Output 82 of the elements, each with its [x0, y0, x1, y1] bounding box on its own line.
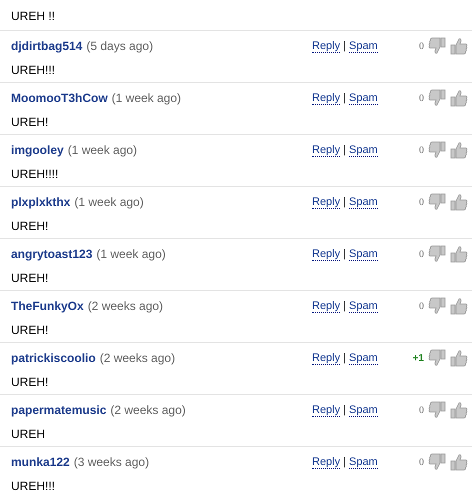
separator: |	[343, 40, 346, 52]
thumbs-down-icon[interactable]	[428, 453, 446, 471]
comment-text: UREH!	[11, 114, 48, 130]
thumbs-down-icon[interactable]	[428, 89, 446, 107]
comment-time: (3 weeks ago)	[74, 455, 150, 469]
spam-link[interactable]: Spam	[348, 300, 378, 312]
thumbs-down-icon[interactable]	[428, 37, 446, 55]
thumbs-up-icon[interactable]	[450, 141, 468, 159]
username-link[interactable]: patrickiscoolio	[11, 351, 96, 365]
thumbs-up-icon[interactable]	[450, 401, 468, 419]
separator: |	[343, 196, 346, 208]
spam-link[interactable]: Spam	[348, 404, 378, 416]
username-link[interactable]: papermatemusic	[11, 403, 106, 417]
thumbs-down-icon[interactable]	[428, 349, 446, 367]
comment-text: UREH!!!	[11, 478, 56, 494]
reply-link[interactable]: Reply	[312, 404, 340, 416]
username-link[interactable]: munka122	[11, 455, 70, 469]
username-link[interactable]: plxplxkthx	[11, 195, 70, 209]
reply-link[interactable]: Reply	[312, 300, 340, 312]
reply-link[interactable]: Reply	[312, 92, 340, 104]
spam-link[interactable]: Spam	[348, 144, 378, 156]
reply-link[interactable]: Reply	[312, 196, 340, 208]
reply-link[interactable]: Reply	[312, 144, 340, 156]
comment-time: (2 weeks ago)	[100, 351, 176, 365]
vote-score: 0	[418, 456, 424, 468]
username-link[interactable]: imgooley	[11, 143, 64, 157]
comment-text: UREH!!!!	[11, 166, 58, 182]
comment-text: UREH!!!	[11, 62, 56, 78]
thumbs-up-icon[interactable]	[450, 193, 468, 211]
separator: |	[343, 92, 346, 104]
spam-link[interactable]: Spam	[348, 456, 378, 468]
separator: |	[343, 404, 346, 416]
comment-time: (1 week ago)	[96, 247, 166, 261]
thumbs-down-icon[interactable]	[428, 141, 446, 159]
separator: |	[343, 352, 346, 364]
comment-time: (2 weeks ago)	[110, 403, 186, 417]
comment-text: UREH!	[11, 322, 48, 338]
separator: |	[343, 300, 346, 312]
comment-time: (1 week ago)	[112, 91, 182, 105]
comment-text: UREH	[11, 426, 46, 442]
comment-text: UREH!	[11, 270, 48, 286]
vote-score: 0	[418, 92, 424, 104]
vote-score: 0	[418, 300, 424, 312]
thumbs-up-icon[interactable]	[450, 297, 468, 315]
thumbs-up-icon[interactable]	[450, 37, 468, 55]
username-link[interactable]: angrytoast123	[11, 247, 92, 261]
comment-text: UREH!	[11, 218, 48, 234]
comment-text: UREH!	[11, 374, 48, 390]
vote-score: 0	[418, 404, 424, 416]
thumbs-up-icon[interactable]	[450, 245, 468, 263]
comment-time: (1 week ago)	[68, 143, 138, 157]
vote-score: 0	[418, 248, 424, 260]
spam-link[interactable]: Spam	[348, 352, 378, 364]
thumbs-down-icon[interactable]	[428, 401, 446, 419]
thumbs-up-icon[interactable]	[450, 349, 468, 367]
thumbs-up-icon[interactable]	[450, 453, 468, 471]
spam-link[interactable]: Spam	[348, 40, 378, 52]
spam-link[interactable]: Spam	[348, 196, 378, 208]
reply-link[interactable]: Reply	[312, 352, 340, 364]
separator: |	[343, 456, 346, 468]
reply-link[interactable]: Reply	[312, 248, 340, 260]
separator: |	[343, 248, 346, 260]
username-link[interactable]: djdirtbag514	[11, 39, 82, 53]
comment-time: (1 week ago)	[74, 195, 144, 209]
thumbs-down-icon[interactable]	[428, 297, 446, 315]
reply-link[interactable]: Reply	[312, 40, 340, 52]
thumbs-down-icon[interactable]	[428, 193, 446, 211]
separator: |	[343, 144, 346, 156]
thumbs-up-icon[interactable]	[450, 89, 468, 107]
spam-link[interactable]: Spam	[348, 248, 378, 260]
comment-time: (2 weeks ago)	[88, 299, 164, 313]
comment-time: (5 days ago)	[86, 39, 154, 53]
vote-score: 0	[418, 196, 424, 208]
vote-score: +1	[412, 352, 424, 364]
reply-link[interactable]: Reply	[312, 456, 340, 468]
username-link[interactable]: TheFunkyOx	[11, 299, 84, 313]
vote-score: 0	[418, 144, 424, 156]
vote-score: 0	[418, 40, 424, 52]
username-link[interactable]: MoomooT3hCow	[11, 91, 108, 105]
spam-link[interactable]: Spam	[348, 92, 378, 104]
comment-text: UREH !!	[11, 8, 56, 24]
thumbs-down-icon[interactable]	[428, 245, 446, 263]
